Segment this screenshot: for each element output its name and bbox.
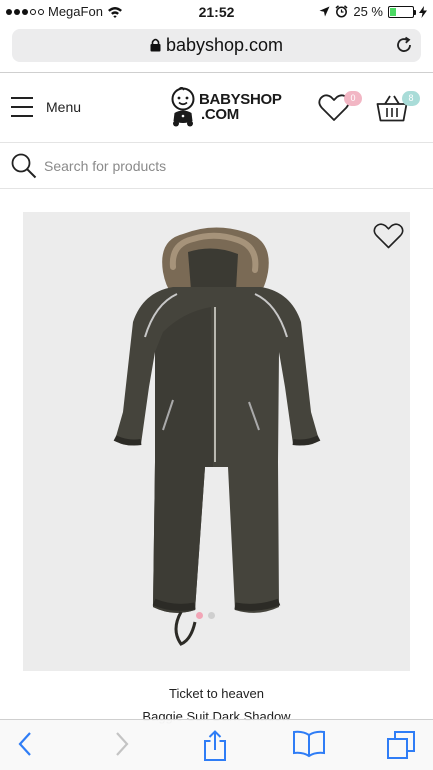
chevron-right-icon[interactable] <box>113 730 131 758</box>
alarm-icon <box>335 5 348 18</box>
cart-count-badge: 8 <box>402 91 420 106</box>
reload-icon[interactable] <box>395 36 413 54</box>
wishlist-button[interactable]: 0 <box>318 91 362 128</box>
url-text: babyshop.com <box>165 35 284 55</box>
site-logo[interactable]: BABYSHOP .COM <box>170 87 282 127</box>
carousel-indicator[interactable] <box>196 612 215 619</box>
book-icon[interactable] <box>292 730 326 758</box>
product-brand[interactable]: Ticket to heaven <box>0 686 433 701</box>
search-input[interactable] <box>44 155 404 177</box>
menu-button[interactable]: Menu <box>11 97 81 117</box>
carousel-dot[interactable] <box>196 612 203 619</box>
browser-toolbar <box>0 719 433 770</box>
cart-button[interactable]: 8 <box>376 91 420 128</box>
battery-icon <box>388 5 416 18</box>
hamburger-icon <box>11 97 33 117</box>
logo-wordmark: BABYSHOP .COM <box>199 92 282 122</box>
charging-icon <box>419 5 427 18</box>
battery-percent: 25 % <box>353 4 383 19</box>
status-indicators: 25 % <box>319 4 427 19</box>
logo-line-1: BABYSHOP <box>199 91 282 108</box>
snowsuit-image <box>113 227 321 646</box>
site-header: Menu BABYSHOP .COM 0 8 <box>0 73 433 143</box>
location-icon <box>319 6 330 17</box>
lock-icon <box>150 38 161 52</box>
product-image[interactable] <box>23 212 410 671</box>
tabs-icon[interactable] <box>386 730 416 760</box>
wishlist-count-badge: 0 <box>344 91 362 106</box>
status-bar: MegaFon 21:52 25 % <box>0 0 433 24</box>
heart-outline-icon[interactable] <box>373 222 404 250</box>
chevron-left-icon[interactable] <box>16 730 34 758</box>
share-icon[interactable] <box>202 730 228 762</box>
search-bar <box>0 144 433 189</box>
url-display[interactable]: babyshop.com <box>12 35 421 56</box>
carousel-dot[interactable] <box>208 612 215 619</box>
logo-line-2: .COM <box>201 106 239 123</box>
menu-label: Menu <box>46 99 82 115</box>
address-bar[interactable]: babyshop.com <box>12 29 421 62</box>
baby-mascot-icon <box>171 87 195 127</box>
magnifier-icon <box>11 153 37 179</box>
